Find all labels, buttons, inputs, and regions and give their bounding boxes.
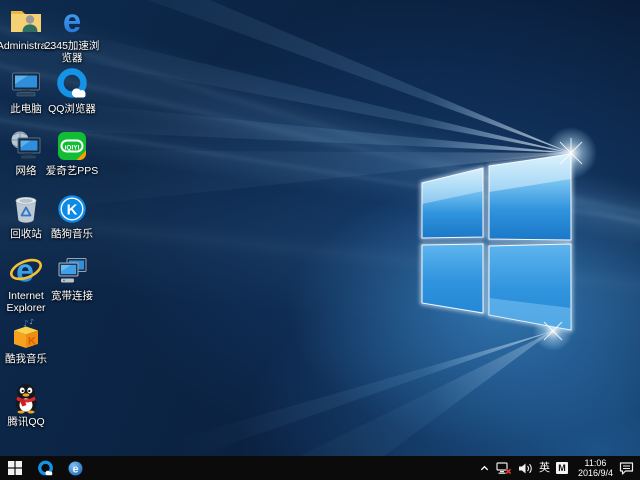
desktop-icon-qq-browser[interactable]: QQ浏览器 [42,67,102,115]
desktop-icon-2345-browser[interactable]: e 2345加速浏览器 [42,4,102,64]
iqiyi-icon: iQIYI [55,129,89,163]
recycle-bin-icon [9,192,43,226]
kugou-music-icon: K [55,192,89,226]
icon-label: 宽带连接 [42,290,102,302]
icon-label: 2345加速浏览器 [42,40,102,64]
ime-mode-badge: M [556,462,568,474]
internet-explorer-icon: e [9,254,43,288]
computer-icon [9,67,43,101]
desktop-icon-kugou-music[interactable]: K 酷狗音乐 [42,192,102,240]
desktop-icon-kuwo-music[interactable]: K ♪ ♪ 酷我音乐 [0,317,56,365]
qq-browser-icon [37,460,54,477]
qq-penguin-icon [9,380,43,414]
icon-label: 酷狗音乐 [42,228,102,240]
svg-text:e: e [72,463,78,475]
taskbar-qq-browser-button[interactable] [30,456,60,480]
desktop-icon-iqiyi-pps[interactable]: iQIYI 爱奇艺PPS [42,129,102,177]
start-button[interactable] [0,456,30,480]
svg-text:e: e [63,4,81,38]
tray-volume[interactable] [518,462,533,475]
system-tray: 英 M 11:06 2016/9/4 [479,456,640,480]
tray-ime-language[interactable]: 英 [539,463,550,474]
icon-label: 酷我音乐 [0,353,56,365]
clock-time: 11:06 [585,458,607,468]
windows-start-icon [8,461,22,475]
desktop-icon-tencent-qq[interactable]: 腾讯QQ [0,380,56,428]
2345-browser-icon: e [67,460,84,477]
tray-ime-mode[interactable]: M [556,462,568,474]
desktop-icons: Administra... 此电脑 网络 回收站 [0,0,640,456]
tray-network-status[interactable] [496,462,512,475]
2345-browser-e-icon: e [55,4,89,38]
taskbar-2345-browser-button[interactable]: e [60,456,90,480]
tray-clock[interactable]: 11:06 2016/9/4 [578,458,613,478]
icon-label: 爱奇艺PPS [42,165,102,177]
chevron-up-icon [479,463,490,474]
svg-text:iQIYI: iQIYI [65,144,80,151]
action-center-icon [619,462,634,475]
network-disconnected-icon [496,462,512,475]
kuwo-music-box-icon: K ♪ ♪ [9,317,43,351]
svg-text:♪: ♪ [30,318,34,326]
icon-label: 腾讯QQ [0,416,56,428]
desktop-icon-broadband[interactable]: 宽带连接 [42,254,102,302]
svg-text:K: K [67,202,78,219]
clock-date: 2016/9/4 [578,468,613,478]
tray-show-hidden-icons-button[interactable] [479,463,490,474]
taskbar: e 英 M [0,456,640,480]
speaker-icon [518,462,533,475]
user-folder-icon [9,4,43,38]
qq-browser-icon [55,67,89,101]
svg-text:♪: ♪ [23,320,29,330]
network-globe-icon [9,129,43,163]
svg-text:K: K [28,336,36,348]
action-center-button[interactable] [619,462,634,475]
icon-label: QQ浏览器 [42,103,102,115]
broadband-connection-icon [55,254,89,288]
